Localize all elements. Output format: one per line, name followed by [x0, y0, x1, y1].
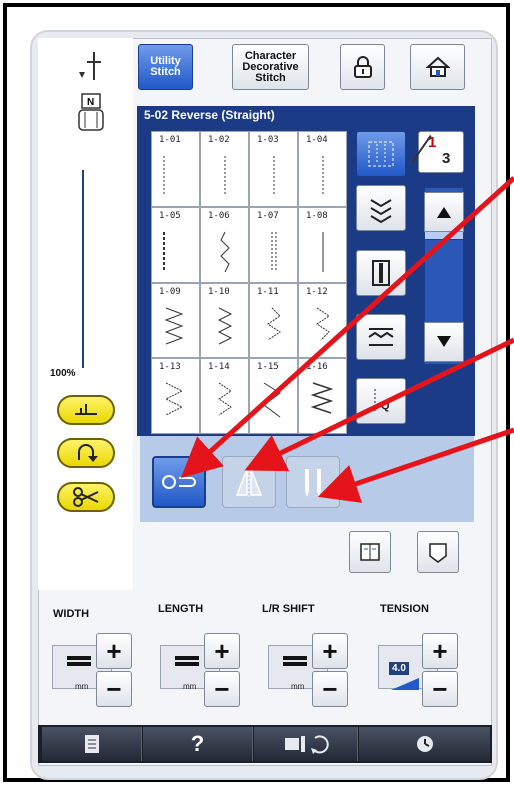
lr-shift-unit: mm: [291, 682, 305, 691]
stitch-cell[interactable]: 1-13: [151, 358, 200, 434]
lr-shift-increase-button[interactable]: +: [312, 633, 348, 669]
length-label: LENGTH: [158, 603, 204, 615]
tension-label: TENSION: [380, 603, 429, 615]
twin-needle-icon: [305, 469, 321, 497]
stitch-pattern-icon: [368, 141, 394, 167]
width-label: WIDTH: [53, 608, 90, 620]
scissors-icon: [73, 487, 99, 507]
stitch-preview-line: [82, 170, 84, 368]
triangle-up-icon: [437, 207, 451, 218]
stitch-cell[interactable]: 1-03: [249, 131, 298, 207]
tension-value: 4.0: [389, 662, 409, 675]
settings-list-button[interactable]: [42, 727, 142, 761]
stitch-grid: 1-01 1-02 1-03 1-04 1-05 1-06 1-07 1-08 …: [150, 130, 348, 435]
mirror-image-button[interactable]: [222, 456, 276, 508]
quilt-stitch-icon: Q: [374, 389, 390, 413]
lr-shift-label: L/R SHIFT: [262, 603, 315, 615]
memory-button[interactable]: [417, 531, 459, 573]
machine-setting-button[interactable]: [254, 727, 358, 761]
tension-level-icon: [391, 678, 419, 690]
triangle-down-icon: [437, 336, 451, 347]
svg-text:Q: Q: [381, 400, 390, 412]
width-unit: mm: [75, 682, 89, 691]
reverse-stitch-button[interactable]: [57, 438, 115, 468]
zigzag-stitch-icon: [370, 199, 392, 224]
document-icon: [84, 735, 99, 753]
home-icon: [425, 56, 450, 77]
timer-button[interactable]: [359, 727, 490, 761]
stitch-cell[interactable]: 1-14: [200, 358, 249, 434]
length-unit: mm: [183, 682, 197, 691]
mirror-icon: [235, 467, 263, 497]
decorative-stitch-icon: [368, 328, 394, 346]
reverse-reinforcement-button[interactable]: [152, 456, 206, 508]
reverse-stitch-icon: [162, 475, 196, 489]
stitch-cell[interactable]: 1-04: [298, 131, 347, 207]
stitch-cell[interactable]: 1-11: [249, 282, 298, 359]
stitch-cell[interactable]: 1-10: [200, 282, 249, 359]
presser-foot-icon: N: [78, 93, 104, 131]
pattern-edit-button[interactable]: [349, 531, 391, 573]
tension-increase-button[interactable]: +: [422, 633, 458, 669]
lock-button[interactable]: [340, 44, 385, 90]
scroll-down-button[interactable]: [424, 322, 464, 362]
stitch-cell[interactable]: 1-09: [151, 282, 200, 359]
lr-shift-gauge-icon: [283, 656, 307, 666]
page-indicator: [418, 131, 464, 173]
width-gauge-icon: [67, 656, 91, 666]
width-increase-button[interactable]: +: [96, 633, 132, 669]
stitch-cell[interactable]: 1-12: [298, 282, 347, 359]
twin-needle-button[interactable]: [286, 456, 340, 508]
stitch-view-button[interactable]: [356, 131, 406, 177]
quilting-category-button[interactable]: Q: [356, 378, 406, 424]
thread-cutter-button[interactable]: [57, 482, 115, 512]
stitch-cell[interactable]: 1-05: [151, 206, 200, 283]
scroll-up-button[interactable]: [424, 192, 464, 232]
stitch-cell[interactable]: 1-07: [249, 206, 298, 283]
machine-wifi-icon: [284, 735, 329, 754]
pocket-icon: [429, 543, 447, 563]
lr-shift-decrease-button[interactable]: −: [312, 671, 348, 707]
clock-icon: [416, 736, 433, 752]
help-button[interactable]: ?: [143, 727, 253, 761]
needle-up-down-button[interactable]: [57, 395, 115, 425]
stitch-cell[interactable]: 1-06: [200, 206, 249, 283]
stitch-cell[interactable]: 1-08: [298, 206, 347, 283]
stitch-category-button[interactable]: [356, 185, 406, 231]
length-gauge-icon: [175, 656, 199, 666]
buttonhole-category-button[interactable]: [356, 250, 406, 296]
selected-stitch-title: 5-02 Reverse (Straight): [144, 108, 275, 122]
stitch-cell[interactable]: 1-02: [200, 131, 249, 207]
page-total: 3: [442, 150, 451, 167]
tab-utility-stitch[interactable]: Utility Stitch: [138, 44, 193, 90]
tab-character-decorative-stitch[interactable]: Character Decorative Stitch: [232, 44, 309, 90]
length-increase-button[interactable]: +: [204, 633, 240, 669]
needle-position-icon: [79, 52, 101, 80]
buttonhole-icon: [372, 260, 390, 286]
lock-icon: [353, 56, 372, 78]
decorative-category-button[interactable]: [356, 314, 406, 360]
length-decrease-button[interactable]: −: [204, 671, 240, 707]
needle-up-down-icon: [75, 404, 97, 415]
svg-text:N: N: [87, 97, 94, 108]
arch-arrow-icon: [78, 444, 98, 462]
tension-decrease-button[interactable]: −: [422, 671, 458, 707]
width-decrease-button[interactable]: −: [96, 671, 132, 707]
zoom-level: 100%: [50, 368, 76, 379]
stitch-cell[interactable]: 1-01: [151, 131, 200, 207]
stitch-cell[interactable]: 1-16: [298, 358, 347, 434]
stitch-cell[interactable]: 1-15: [249, 358, 298, 434]
home-button[interactable]: [410, 44, 465, 90]
book-icon: [360, 543, 380, 561]
